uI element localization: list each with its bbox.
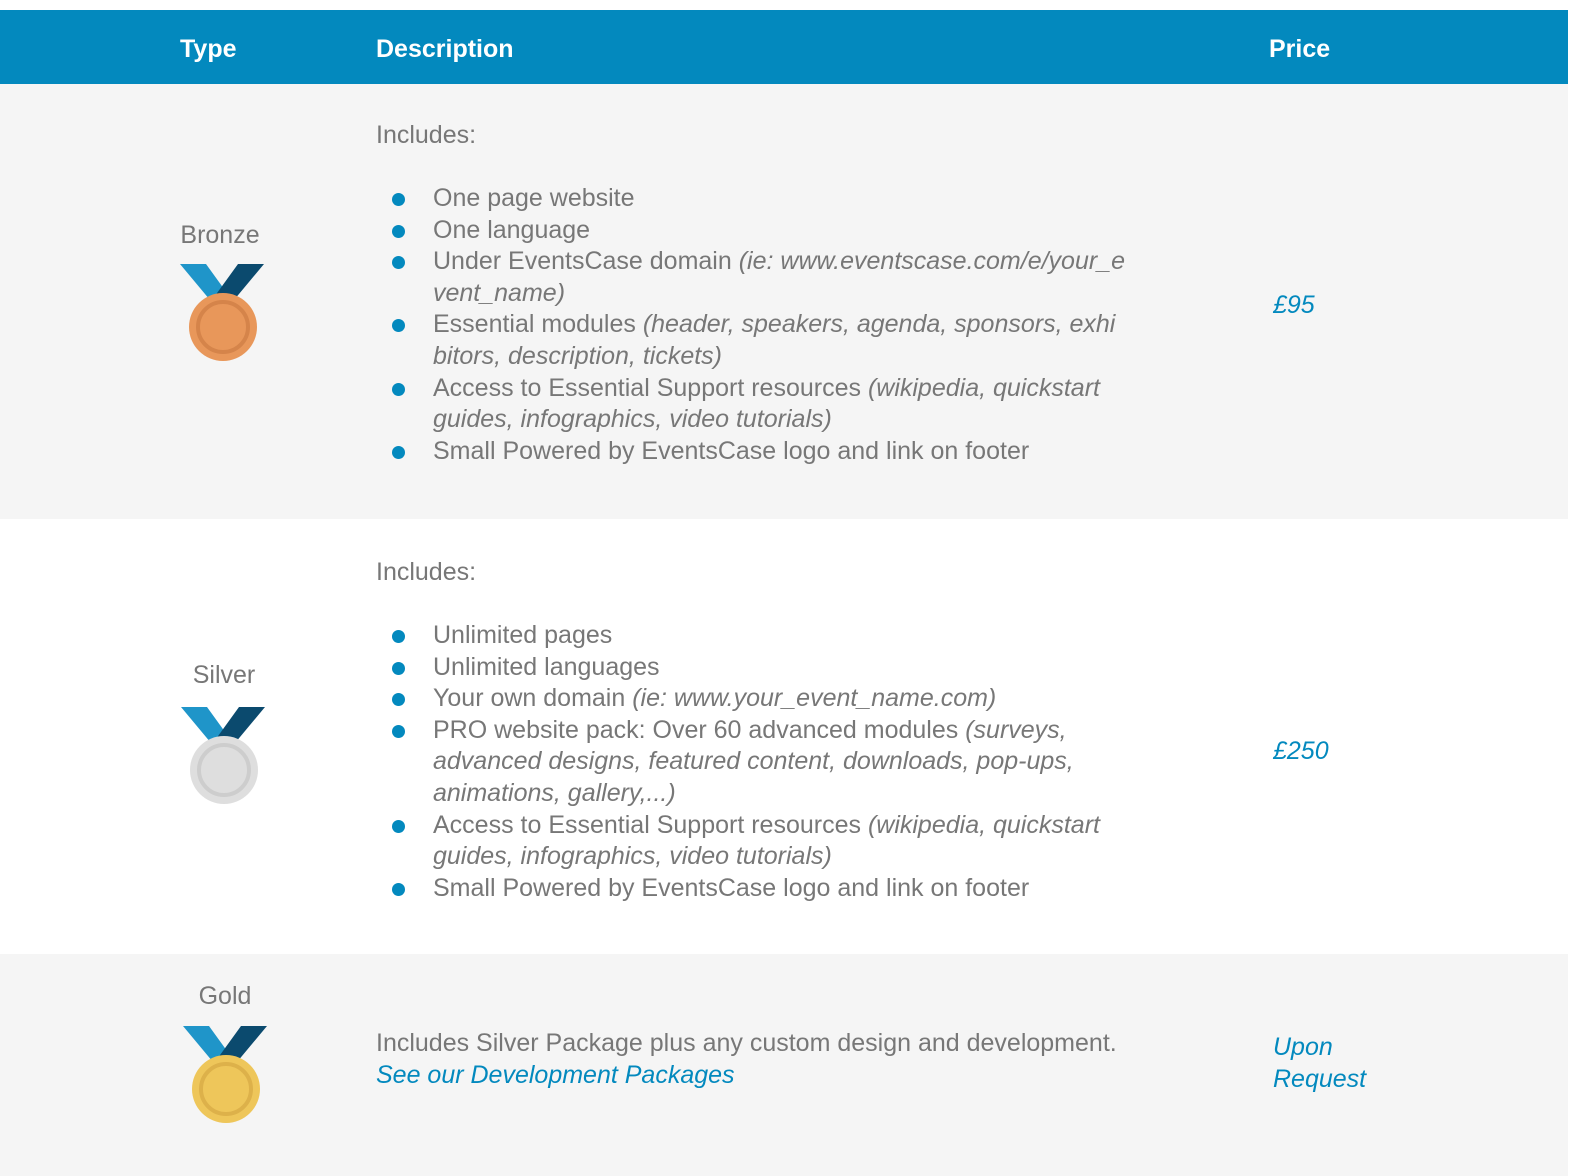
description-cell: Includes: Unlimited pages Unlimited lang… bbox=[376, 557, 1186, 902]
bronze-medal-icon bbox=[180, 264, 264, 361]
list-item: Access to Essential Support resources (w… bbox=[392, 373, 1164, 436]
header-type: Type bbox=[180, 35, 237, 63]
type-cell: Silver bbox=[169, 661, 279, 690]
table-row-silver: Silver Includes: Unlimited pages Unlimit… bbox=[0, 519, 1568, 954]
includes-label: Includes: bbox=[376, 121, 477, 149]
header-price: Price bbox=[1269, 35, 1331, 63]
price-value: Upon Request bbox=[1273, 1033, 1367, 1093]
feature-list: Unlimited pages Unlimited languages Your… bbox=[392, 620, 1164, 904]
type-name: Gold bbox=[198, 982, 252, 1010]
list-item: Small Powered by EventsCase logo and lin… bbox=[392, 436, 1164, 468]
development-packages-link[interactable]: See our Development Packages bbox=[376, 1061, 735, 1089]
list-item: Essential modules (header, speakers, age… bbox=[392, 309, 1164, 372]
feature-list: One page website One language Under Even… bbox=[392, 183, 1164, 467]
gold-description: Includes Silver Package plus any custom … bbox=[376, 1029, 1117, 1057]
silver-medal-icon bbox=[181, 707, 265, 804]
list-item: Access to Essential Support resources (w… bbox=[392, 810, 1164, 873]
type-cell: Bronze bbox=[165, 221, 275, 250]
type-cell: Gold bbox=[170, 982, 280, 1011]
table-header: Type Description Price bbox=[0, 10, 1568, 84]
type-name: Silver bbox=[192, 661, 256, 689]
list-item: One language bbox=[392, 215, 1164, 247]
gold-medal-icon bbox=[183, 1026, 267, 1123]
price-value: £250 bbox=[1273, 737, 1329, 765]
list-item: Small Powered by EventsCase logo and lin… bbox=[392, 873, 1164, 905]
price-value: £95 bbox=[1273, 291, 1315, 319]
description-cell: Includes: One page website One language … bbox=[376, 120, 1186, 465]
list-item: One page website bbox=[392, 183, 1164, 215]
list-item: Unlimited pages bbox=[392, 620, 1164, 652]
list-item: Your own domain (ie: www.your_event_name… bbox=[392, 683, 1164, 715]
table-row-gold: Gold Includes Silver Package plus any cu… bbox=[0, 954, 1568, 1176]
header-description: Description bbox=[376, 35, 514, 63]
includes-label: Includes: bbox=[376, 558, 477, 586]
list-item: PRO website pack: Over 60 advanced modul… bbox=[392, 715, 1164, 810]
table-row-bronze: Bronze Includes: One page website One la… bbox=[0, 84, 1568, 519]
list-item: Unlimited languages bbox=[392, 652, 1164, 684]
description-cell: Includes Silver Package plus any custom … bbox=[376, 1028, 1196, 1091]
type-name: Bronze bbox=[180, 221, 260, 249]
list-item: Under EventsCase domain (ie: www.eventsc… bbox=[392, 246, 1164, 309]
